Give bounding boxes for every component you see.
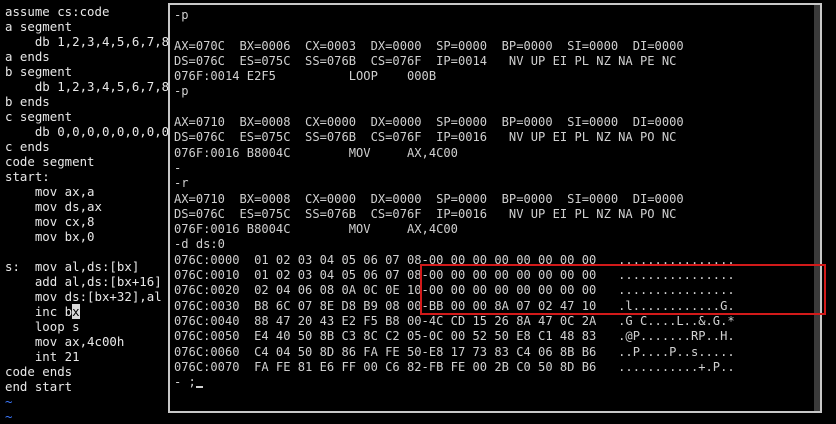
- text-cursor: x: [72, 304, 80, 319]
- console-line: 076C:0070 FA FE 81 E6 FF 00 C6 82-FB FE …: [174, 359, 735, 374]
- code-line: db 0,0,0,0,0,0,0,0: [5, 124, 170, 139]
- code-line: b segment: [5, 64, 73, 79]
- code-line: mov ax,4c00h: [5, 334, 125, 349]
- code-line: a segment: [5, 19, 73, 34]
- code-line: code ends: [5, 364, 73, 379]
- console-line: DS=076C ES=075C SS=076B CS=076F IP=0014 …: [174, 53, 677, 68]
- console-line: 076C:0040 88 47 20 43 E2 F5 B8 00-4C CD …: [174, 313, 735, 328]
- console-line: AX=0710 BX=0008 CX=0000 DX=0000 SP=0000 …: [174, 115, 684, 130]
- console-line: -p: [174, 8, 189, 22]
- code-line: code segment: [5, 154, 95, 169]
- code-line: start:: [5, 169, 50, 184]
- console-line: AX=0710 BX=0008 CX=0000 DX=0000 SP=0000 …: [174, 191, 684, 206]
- code-line: assume cs:code: [5, 4, 110, 19]
- code-line: db 1,2,3,4,5,6,7,8: [5, 34, 170, 49]
- code-line: mov ds:[bx+32],al: [5, 289, 162, 304]
- dosbox-window[interactable]: -p AX=070C BX=0006 CX=0003 DX=0000 SP=000…: [168, 3, 826, 413]
- console-line: DS=076C ES=075C SS=076B CS=076F IP=0016 …: [174, 130, 677, 145]
- console-cursor: [195, 386, 203, 389]
- console-line: 076C:0060 C4 04 50 8D 86 FA FE 50-E8 17 …: [174, 344, 735, 359]
- code-line: int 21: [5, 349, 80, 364]
- vim-empty-line-marker: ~: [5, 394, 13, 409]
- code-line: a ends: [5, 49, 50, 64]
- console-line: -p: [174, 84, 189, 99]
- console-line: 076C:0050 E4 40 50 8B C3 8C C2 05-0C 00 …: [174, 329, 735, 344]
- console-line: 076F:0016 B8004C MOV AX,4C00: [174, 222, 458, 237]
- console-line: -r: [174, 176, 189, 191]
- memory-highlight-box: [420, 264, 826, 315]
- code-line: mov ds,ax: [5, 199, 102, 214]
- code-line: end start: [5, 379, 73, 394]
- code-line: add al,ds:[bx+16]: [5, 274, 162, 289]
- prompt-suffix: ;: [181, 375, 196, 390]
- code-line: mov bx,0: [5, 229, 95, 244]
- code-line: b ends: [5, 94, 50, 109]
- debug-console-output: -p AX=070C BX=0006 CX=0003 DX=0000 SP=000…: [174, 8, 806, 408]
- code-line: c segment: [5, 109, 73, 124]
- console-line: DS=076C ES=075C SS=076B CS=076F IP=0016 …: [174, 206, 677, 221]
- code-line: c ends: [5, 139, 50, 154]
- console-line: 076F:0016 B8004C MOV AX,4C00: [174, 145, 458, 160]
- console-line: -: [174, 160, 182, 175]
- vim-editor-pane[interactable]: assume cs:code a segment db 1,2,3,4,5,6,7…: [0, 0, 170, 424]
- console-line: -d ds:0: [174, 237, 225, 252]
- code-line: db 1,2,3,4,5,6,7,8: [5, 79, 170, 94]
- code-line: mov cx,8: [5, 214, 95, 229]
- code-line: loop s: [5, 319, 80, 334]
- console-line: 076F:0014 E2F5 LOOP 000B: [174, 69, 437, 84]
- vim-empty-line-marker: ~: [5, 409, 13, 424]
- code-line: s: mov al,ds:[bx]: [5, 259, 140, 274]
- console-line: AX=070C BX=0006 CX=0003 DX=0000 SP=0000 …: [174, 38, 684, 53]
- code-line: inc bx: [5, 304, 80, 319]
- code-line: mov ax,a: [5, 184, 95, 199]
- console-line: - ;: [174, 375, 806, 390]
